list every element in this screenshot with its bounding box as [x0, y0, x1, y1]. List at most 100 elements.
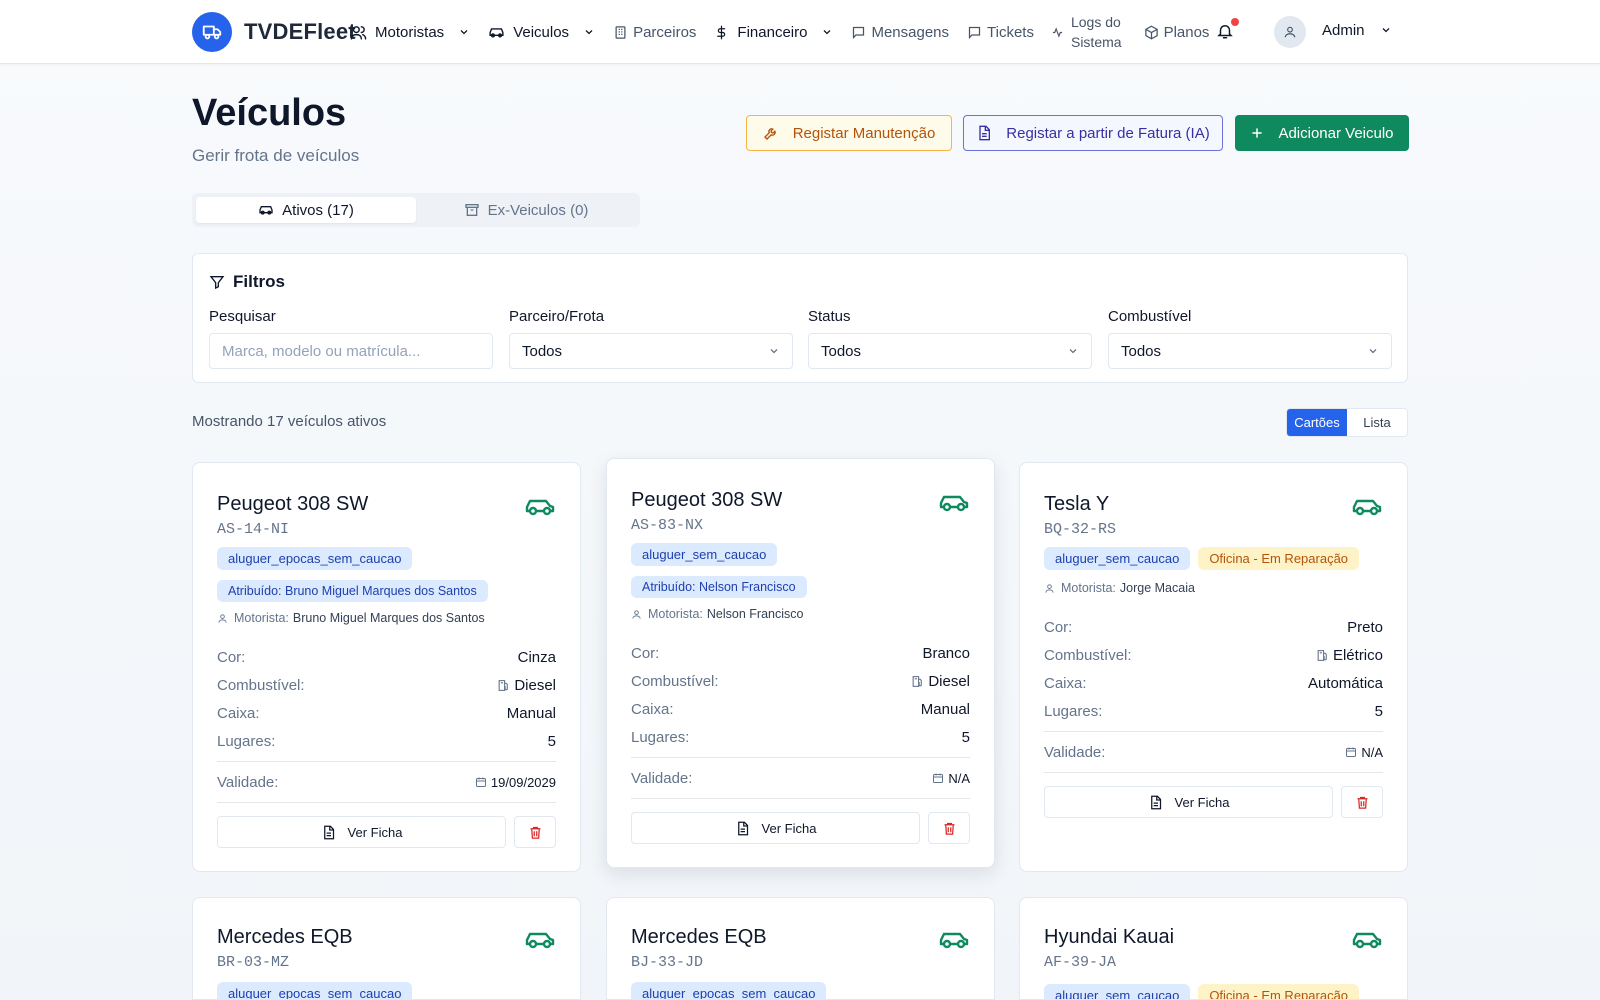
nav-tickets[interactable]: Tickets	[967, 24, 1034, 41]
chevron-down-icon	[1369, 349, 1377, 354]
nav-planos[interactable]: Planos	[1144, 24, 1209, 41]
contract-badge: aluguer_epocas_sem_caucao	[631, 982, 827, 999]
register-maintenance-button[interactable]: Registar Manutenção	[746, 115, 952, 151]
filter-icon	[209, 276, 225, 290]
chevron-down-icon	[585, 30, 593, 35]
vehicle-status-tabs: Ativos (17) Ex-Veiculos (0)	[192, 193, 640, 227]
validity-value: N/A	[1361, 744, 1383, 760]
spec-validity: Validade: 19/09/2029	[217, 768, 556, 796]
vehicle-card[interactable]: Peugeot 308 SW AS-14-NI aluguer_epocas_s…	[192, 462, 581, 872]
view-sheet-button[interactable]: Ver Ficha	[631, 812, 920, 844]
vehicle-plate: AS-14-NI	[217, 521, 290, 538]
vehicle-plate: BJ-33-JD	[631, 954, 704, 971]
nav-mensagens[interactable]: Mensagens	[851, 24, 949, 41]
validity-value: 19/09/2029	[490, 774, 556, 790]
spec-value: Manual	[506, 704, 556, 722]
file-text-icon	[737, 821, 748, 835]
nav-parceiros[interactable]: Parceiros	[613, 24, 696, 41]
car-icon	[1352, 499, 1382, 516]
search-input[interactable]: Marca, modelo ou matrícula...	[209, 333, 493, 369]
nav-label: Motoristas	[375, 23, 445, 41]
register-invoice-ai-button[interactable]: Registar a partir de Fatura (IA)	[963, 115, 1223, 151]
divider	[217, 802, 556, 803]
calendar-icon	[475, 777, 486, 787]
button-label: Ver Ficha	[1174, 794, 1230, 810]
partner-label: Parceiro/Frota	[509, 308, 605, 325]
fuel-icon	[498, 679, 509, 691]
vehicle-specs: Cor: Branco Combustível: Diesel Caixa: Manu…	[631, 639, 970, 805]
spec-label: Cor:	[217, 648, 246, 666]
file-text-icon	[979, 125, 991, 141]
status-select[interactable]: Todos	[808, 333, 1092, 369]
tab-ex-vehicles[interactable]: Ex-Veiculos (0)	[416, 197, 636, 223]
fuel-value: Diesel	[514, 676, 556, 694]
view-sheet-button[interactable]: Ver Ficha	[1044, 786, 1333, 818]
user-menu-name[interactable]: Admin	[1322, 22, 1365, 39]
spec-value: 5	[547, 732, 556, 750]
badge-group: aluguer_sem_caucao Atribuído: Nelson Fra…	[631, 543, 970, 608]
badge-group: aluguer_sem_caucao Oficina - Em Reparaçã…	[1044, 547, 1383, 580]
chevron-down-icon	[770, 349, 778, 354]
car-icon	[489, 27, 504, 37]
vehicle-specs: Cor: Cinza Combustível: Diesel Caixa: Manua…	[217, 643, 556, 809]
view-list-button[interactable]: Lista	[1347, 409, 1407, 436]
partner-select[interactable]: Todos	[509, 333, 793, 369]
spec-label: Cor:	[631, 644, 660, 662]
fuel-select[interactable]: Todos	[1108, 333, 1392, 369]
tab-active-vehicles[interactable]: Ativos (17)	[196, 197, 416, 223]
search-filter: Pesquisar Marca, modelo ou matrícula...	[209, 308, 493, 369]
spec-fuel: Combustível: Diesel	[217, 671, 556, 699]
vehicle-card[interactable]: Tesla Y BQ-32-RS aluguer_sem_caucao Ofic…	[1019, 462, 1408, 872]
search-label: Pesquisar	[209, 308, 276, 325]
avatar[interactable]	[1274, 16, 1306, 48]
tab-label: Ex-Veiculos (0)	[487, 201, 589, 219]
nav-veiculos[interactable]: Veiculos	[488, 24, 595, 41]
truck-logo-icon	[192, 12, 232, 52]
view-cards-button[interactable]: Cartões	[1287, 409, 1347, 436]
assigned-badge: Atribuído: Nelson Francisco	[631, 576, 807, 598]
contract-badge: aluguer_epocas_sem_caucao	[217, 982, 413, 999]
driver-name: Bruno Miguel Marques dos Santos	[292, 611, 485, 625]
divider	[631, 798, 970, 799]
vehicle-card[interactable]: Mercedes EQB BJ-33-JD aluguer_epocas_sem…	[606, 897, 995, 1000]
vehicle-card[interactable]: Hyundai Kauai AF-39-JA aluguer_sem_cauca…	[1019, 897, 1408, 1000]
contract-badge: aluguer_sem_caucao	[1044, 547, 1191, 570]
message-icon	[853, 26, 865, 39]
filters-title-text: Filtros	[233, 272, 285, 291]
car-icon	[939, 932, 969, 949]
filters-heading: Filtros	[209, 272, 285, 292]
spec-value: 5	[1374, 702, 1383, 720]
file-text-icon	[1150, 795, 1161, 809]
delete-vehicle-button[interactable]	[928, 812, 970, 844]
spec-value: Elétrico	[1316, 647, 1383, 664]
spec-label: Lugares:	[1044, 702, 1103, 720]
brand[interactable]: TVDEFleet	[192, 12, 356, 52]
chevron-down-icon[interactable]	[1380, 24, 1392, 36]
file-text-icon	[323, 825, 334, 839]
spec-value: 5	[961, 728, 970, 746]
spec-label: Caixa:	[217, 704, 260, 722]
spec-fuel: Combustível: Diesel	[631, 667, 970, 695]
fuel-value: Elétrico	[1332, 646, 1383, 664]
spec-value: Branco	[922, 644, 970, 662]
delete-vehicle-button[interactable]	[1341, 786, 1383, 818]
vehicle-card[interactable]: Peugeot 308 SW AS-83-NX aluguer_sem_cauc…	[606, 458, 995, 868]
nav-motoristas[interactable]: Motoristas	[350, 24, 470, 41]
view-sheet-button[interactable]: Ver Ficha	[217, 816, 506, 848]
spec-label: Cor:	[1044, 618, 1073, 636]
add-vehicle-button[interactable]: Adicionar Veiculo	[1235, 115, 1409, 151]
car-icon	[525, 932, 555, 949]
driver-line: Motorista: Jorge Macaia	[1044, 581, 1195, 595]
nav-logs[interactable]: Logs do Sistema	[1052, 12, 1122, 52]
vehicle-model: Peugeot 308 SW	[631, 489, 783, 511]
delete-vehicle-button[interactable]	[514, 816, 556, 848]
trash-icon	[530, 826, 540, 839]
partner-filter: Parceiro/Frota Todos	[509, 308, 793, 369]
user-icon	[218, 613, 227, 623]
vehicle-card[interactable]: Mercedes EQB BR-03-MZ aluguer_epocas_sem…	[192, 897, 581, 1000]
results-count: Mostrando 17 veículos ativos	[192, 413, 387, 430]
main-nav: Motoristas Veiculos Parceiros Financeiro…	[350, 0, 1227, 64]
plus-icon	[1252, 128, 1263, 138]
vehicle-plate: BQ-32-RS	[1044, 521, 1117, 538]
nav-financeiro[interactable]: Financeiro	[714, 24, 833, 41]
